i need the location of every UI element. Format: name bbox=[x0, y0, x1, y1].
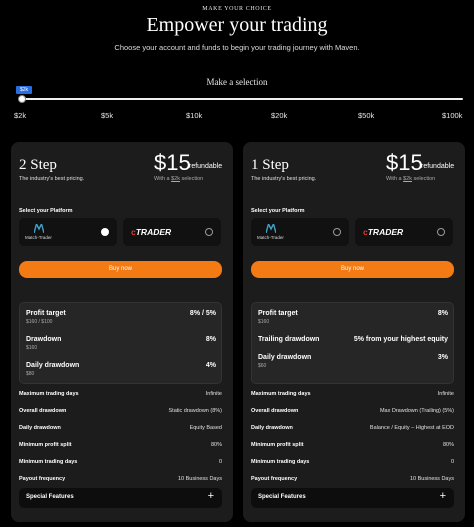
special-features-toggle[interactable]: Special Features + bbox=[19, 488, 222, 508]
platform-name: TRADER bbox=[367, 227, 404, 237]
metric-sub: $80 bbox=[26, 371, 35, 377]
metric-sub: $160 / $100 bbox=[26, 319, 53, 325]
plan-card-1-step: 1 Step The industry's best pricing. $15 … bbox=[243, 142, 465, 522]
selection-amount: $2k bbox=[403, 176, 412, 182]
slider-tick-label: $2k bbox=[14, 111, 27, 120]
platform-option-ctrader[interactable]: cTRADER bbox=[123, 218, 221, 246]
key-metrics-panel: Profit target 8% $160 Trailing drawdown … bbox=[251, 302, 454, 384]
page-subtitle: Choose your account and funds to begin y… bbox=[114, 43, 360, 52]
slider-value-badge: $2k bbox=[16, 86, 32, 94]
match-trader-icon bbox=[34, 224, 44, 233]
special-features-toggle[interactable]: Special Features + bbox=[251, 488, 454, 508]
metric-name: Profit target bbox=[26, 310, 66, 317]
metric-row: Profit target 8% $160 bbox=[258, 310, 448, 325]
metric-sub: $60 bbox=[258, 363, 267, 369]
platform-option-match-trader[interactable]: Match-Trader bbox=[19, 218, 117, 246]
plan-tagline: The industry's best pricing. bbox=[19, 176, 85, 182]
platform-radio[interactable] bbox=[437, 228, 445, 236]
detail-row: Daily drawdown Equity Based bbox=[19, 425, 222, 431]
detail-row: Payout frequency 10 Business Days bbox=[251, 476, 454, 482]
metric-row: Daily drawdown 4% $80 bbox=[26, 362, 216, 377]
platform-label: Select your Platform bbox=[19, 208, 73, 214]
plan-name: 2 Step bbox=[19, 157, 57, 173]
detail-row: Overall drawdown Max Drawdown (Trailing) … bbox=[251, 408, 454, 414]
buy-now-button[interactable]: Buy now bbox=[251, 261, 454, 278]
metric-value: 8% / 5% bbox=[189, 310, 216, 317]
slider-thumb[interactable] bbox=[18, 95, 26, 103]
page-title: Empower your trading bbox=[146, 14, 328, 36]
special-features-label: Special Features bbox=[26, 494, 74, 500]
detail-row: Payout frequency 10 Business Days bbox=[19, 476, 222, 482]
platform-name: Match-Trader bbox=[257, 235, 284, 240]
metric-value: 5% from your highest equity bbox=[353, 336, 448, 343]
refundable-label: refundable bbox=[189, 163, 223, 170]
plan-name: 1 Step bbox=[251, 157, 289, 173]
plus-icon[interactable]: + bbox=[440, 490, 446, 502]
detail-row: Daily drawdown Balance / Equity – Highest… bbox=[251, 425, 454, 431]
metric-row: Daily drawdown 3% $60 bbox=[258, 354, 448, 369]
plan-price: $15 bbox=[386, 150, 423, 175]
detail-row: Maximum trading days Infinite bbox=[19, 391, 222, 397]
detail-row: Maximum trading days Infinite bbox=[251, 391, 454, 397]
plan-tagline: The industry's best pricing. bbox=[251, 176, 317, 182]
match-trader-icon bbox=[266, 224, 276, 233]
platform-option-match-trader[interactable]: Match-Trader bbox=[251, 218, 349, 246]
detail-row: Overall drawdown Static drawdown (8%) bbox=[19, 408, 222, 414]
metric-name: Daily drawdown bbox=[26, 362, 80, 369]
metric-name: Drawdown bbox=[26, 336, 62, 343]
metric-name: Profit target bbox=[258, 310, 298, 317]
buy-now-button[interactable]: Buy now bbox=[19, 261, 222, 278]
ctrader-logo: cTRADER bbox=[363, 227, 403, 237]
slider-tick-label: $50k bbox=[358, 111, 375, 120]
refundable-label: refundable bbox=[421, 163, 455, 170]
platform-label: Select your Platform bbox=[251, 208, 305, 214]
detail-row: Minimum profit split 80% bbox=[251, 442, 454, 448]
slider-tick-label: $100k bbox=[442, 111, 463, 120]
slider-tick-label: $5k bbox=[101, 111, 114, 120]
plan-card-2-step: 2 Step The industry's best pricing. $15 … bbox=[11, 142, 233, 522]
detail-row: Minimum trading days 0 bbox=[19, 459, 222, 465]
metric-name: Daily drawdown bbox=[258, 354, 312, 361]
metric-value: 8% bbox=[205, 336, 216, 343]
platform-radio[interactable] bbox=[101, 228, 109, 236]
platform-name: Match-Trader bbox=[25, 235, 52, 240]
slider-tick-label: $10k bbox=[186, 111, 203, 120]
selection-note: With a $2k selection bbox=[154, 176, 204, 182]
platform-option-ctrader[interactable]: cTRADER bbox=[355, 218, 453, 246]
detail-row: Minimum trading days 0 bbox=[251, 459, 454, 465]
slider-tick-label: $20k bbox=[271, 111, 288, 120]
plus-icon[interactable]: + bbox=[208, 490, 214, 502]
plan-price: $15 bbox=[154, 150, 191, 175]
platform-radio[interactable] bbox=[205, 228, 213, 236]
key-metrics-panel: Profit target 8% / 5% $160 / $100 Drawdo… bbox=[19, 302, 222, 384]
metric-value: 8% bbox=[437, 310, 448, 317]
detail-row: Minimum profit split 80% bbox=[19, 442, 222, 448]
selection-note: With a $2k selection bbox=[386, 176, 436, 182]
eyebrow: MAKE YOUR CHOICE bbox=[202, 6, 272, 12]
metric-row: Drawdown 8% $160 bbox=[26, 336, 216, 351]
slider-track[interactable] bbox=[20, 98, 463, 100]
metric-sub: $160 bbox=[258, 319, 270, 325]
metric-row: Trailing drawdown 5% from your highest e… bbox=[258, 336, 448, 345]
selection-amount: $2k bbox=[171, 176, 180, 182]
metric-sub: $160 bbox=[26, 345, 38, 351]
ctrader-logo: cTRADER bbox=[131, 227, 171, 237]
special-features-label: Special Features bbox=[258, 494, 306, 500]
platform-radio[interactable] bbox=[333, 228, 341, 236]
platform-name: TRADER bbox=[135, 227, 172, 237]
metric-value: 3% bbox=[437, 354, 448, 361]
metric-value: 4% bbox=[205, 362, 216, 369]
account-size-slider[interactable]: $2k $2k $5k $10k $20k $50k $100k bbox=[14, 86, 464, 120]
metric-row: Profit target 8% / 5% $160 / $100 bbox=[26, 310, 216, 325]
